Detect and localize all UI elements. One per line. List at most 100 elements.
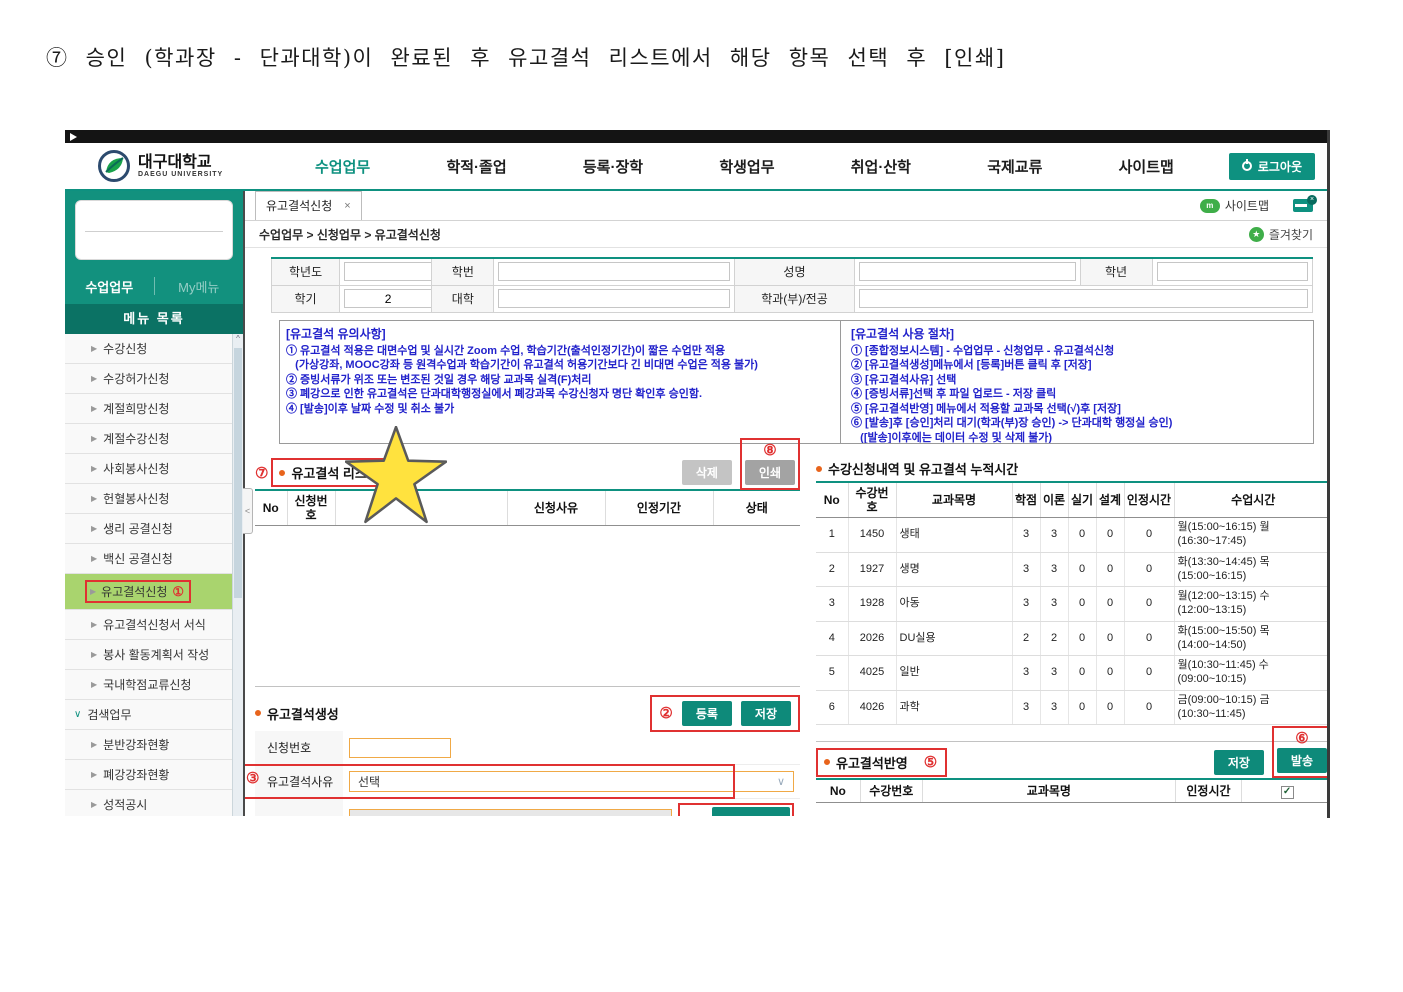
semester-input[interactable] bbox=[344, 289, 432, 308]
sidebar-item[interactable]: ▶계절수강신청 bbox=[65, 424, 232, 454]
breadcrumb-row: 수업업무 > 신청업무 > 유고결석신청 ★ 즐겨찾기 bbox=[245, 221, 1327, 248]
nav-item[interactable]: 수업업무 bbox=[315, 156, 370, 177]
nav-item[interactable]: 등록·장학 bbox=[583, 156, 643, 177]
sidebar-item-label: 수강허가신청 bbox=[103, 370, 169, 387]
student-no-input[interactable] bbox=[498, 262, 729, 281]
scroll-up-arrow[interactable]: ^ bbox=[236, 334, 240, 343]
student-no-label: 학번 bbox=[432, 258, 494, 285]
reflect-save-button[interactable]: 저장 bbox=[1214, 750, 1264, 775]
sidebar-item[interactable]: ▶ 백신 공결신청 bbox=[65, 544, 232, 574]
table-row: 64026과학33000금(09:00~10:15) 금(10:30~11:45… bbox=[816, 690, 1327, 725]
arrow-right-icon: ▶ bbox=[91, 464, 97, 473]
section-bullet-icon bbox=[255, 710, 261, 716]
name-input[interactable] bbox=[859, 262, 1075, 281]
absence-reason-select[interactable]: 선택 ∨ bbox=[349, 771, 794, 792]
select-all-header[interactable]: ✓ bbox=[1242, 780, 1327, 802]
active-item-red-box: ▶유고결석신청① bbox=[85, 580, 191, 603]
sidebar-item[interactable]: ▶봉사 활동계획서 작성 bbox=[65, 640, 232, 670]
absence-list-table: No신청번호신청사유인정기간상태 bbox=[255, 491, 800, 527]
sitemap-link[interactable]: m 사이트맵 bbox=[1200, 197, 1269, 214]
university-logo[interactable]: 대구대학교 DAEGU UNIVERSITY bbox=[65, 149, 255, 183]
notice-box: [유고결석 유의사항] ① 유고결석 적용은 대면수업 및 실시간 Zoom 수… bbox=[279, 320, 1314, 444]
window-topbar bbox=[65, 130, 1327, 143]
table-cell: 6 bbox=[816, 690, 848, 725]
sidebar-item[interactable]: ▶분반강좌현황 bbox=[65, 730, 232, 760]
notice-line: ① 유고결석 적용은 대면수업 및 실시간 Zoom 수업, 학습기간(출석인정… bbox=[286, 344, 836, 359]
nav-item[interactable]: 취업·산학 bbox=[851, 156, 911, 177]
sidebar: 수업업무 My메뉴 메뉴 목록 ▶수강신청▶수강허가신청▶계절희망신청▶계절수강… bbox=[65, 191, 243, 816]
dept-input[interactable] bbox=[859, 289, 1308, 308]
nav-item[interactable]: 학생업무 bbox=[719, 156, 774, 177]
favorite-star-icon: ★ bbox=[1249, 227, 1264, 242]
tab-close-icon[interactable]: × bbox=[344, 200, 350, 212]
sidebar-item[interactable]: ▶유고결석신청① bbox=[65, 574, 232, 610]
favorite-button[interactable]: ★ 즐겨찾기 bbox=[1249, 226, 1313, 243]
column-header: 상태 bbox=[713, 491, 800, 526]
table-cell: 2026 bbox=[848, 621, 896, 656]
notice-line: ③ [유고결석사유] 선택 bbox=[851, 373, 1307, 388]
login-info-box bbox=[75, 200, 233, 260]
reflect-title: 유고결석반영 bbox=[836, 753, 908, 772]
sidebar-item[interactable]: ▶성적공시 bbox=[65, 790, 232, 816]
tab-label: 유고결석신청 bbox=[266, 197, 332, 214]
sidebar-item-label: 백신 공결신청 bbox=[103, 550, 173, 567]
table-cell: 0 bbox=[1096, 587, 1124, 622]
sidebar-item[interactable]: ▶계절희망신청 bbox=[65, 394, 232, 424]
notice-line: ([발송]이후에는 데이터 수정 및 삭제 불가) bbox=[851, 431, 1307, 444]
section-bullet-icon bbox=[824, 759, 830, 765]
login-divider bbox=[85, 231, 223, 232]
arrow-right-icon: ▶ bbox=[91, 494, 97, 503]
sidebar-item[interactable]: ▶폐강강좌현황 bbox=[65, 760, 232, 790]
request-no-input[interactable] bbox=[349, 738, 451, 758]
table-cell: 3 bbox=[1040, 552, 1068, 587]
sidebar-item[interactable]: ▶사회봉사신청 bbox=[65, 454, 232, 484]
table-cell: 3 bbox=[1040, 587, 1068, 622]
sidebar-item-label: 유고결석신청 bbox=[101, 583, 167, 600]
college-input[interactable] bbox=[498, 289, 729, 308]
sidebar-tab-active[interactable]: 수업업무 bbox=[65, 277, 154, 296]
sidebar-item[interactable]: ▶헌혈봉사신청 bbox=[65, 484, 232, 514]
logout-button[interactable]: 로그아웃 bbox=[1229, 153, 1315, 180]
sidebar-tab-mymenu[interactable]: My메뉴 bbox=[155, 277, 244, 296]
nav-item[interactable]: 학적·졸업 bbox=[446, 156, 506, 177]
nav-item[interactable]: 국제교류 bbox=[987, 156, 1042, 177]
table-cell: 3 bbox=[1012, 518, 1040, 553]
sidebar-item[interactable]: ▶유고결석신청서 서식 bbox=[65, 610, 232, 640]
register-button[interactable]: 등록 bbox=[682, 701, 732, 726]
arrow-right-icon: ▶ bbox=[91, 680, 97, 689]
table-cell: 0 bbox=[1068, 690, 1096, 725]
sidebar-item-label: 국내학점교류신청 bbox=[103, 676, 191, 693]
table-cell: 0 bbox=[1124, 552, 1174, 587]
sidebar-collapse-handle[interactable]: < bbox=[243, 488, 253, 534]
notice-line: ⑥ [발송]후 [승인]처리 대기(학과(부)장 승인) -> 단과대학 행정실… bbox=[851, 416, 1307, 431]
notice-line: ① [종합정보시스템] - 수업업무 - 신청업무 - 유고결석신청 bbox=[851, 344, 1307, 359]
sidebar-item[interactable]: ▶생리 공결신청 bbox=[65, 514, 232, 544]
sidebar-item[interactable]: ∨검색업무 bbox=[65, 700, 232, 730]
send-button[interactable]: 발송 bbox=[1277, 748, 1327, 773]
scrollbar-thumb[interactable] bbox=[234, 348, 242, 598]
table-cell: 0 bbox=[1124, 690, 1174, 725]
request-reason-textarea[interactable] bbox=[349, 809, 672, 816]
delete-button[interactable]: 삭제 bbox=[682, 460, 732, 485]
save-button[interactable]: 저장 bbox=[741, 701, 791, 726]
sidebar-item[interactable]: ▶수강허가신청 bbox=[65, 364, 232, 394]
print-button[interactable]: 인쇄 bbox=[745, 460, 795, 485]
grade-input[interactable] bbox=[1157, 262, 1308, 281]
year-input[interactable] bbox=[344, 262, 432, 281]
nav-item[interactable]: 사이트맵 bbox=[1119, 156, 1174, 177]
table-cell: 월(12:00~13:15) 수(12:00~13:15) bbox=[1174, 587, 1327, 622]
arrow-right-icon: ▶ bbox=[91, 554, 97, 563]
tab-absence-request[interactable]: 유고결석신청 × bbox=[255, 191, 362, 220]
request-no-label: 신청번호 bbox=[255, 731, 343, 764]
sidebar-menu: ▶수강신청▶수강허가신청▶계절희망신청▶계절수강신청▶사회봉사신청▶헌혈봉사신청… bbox=[65, 334, 232, 816]
close-all-windows-icon[interactable]: × bbox=[1293, 199, 1313, 212]
sidebar-item[interactable]: ▶ 국내학점교류신청 bbox=[65, 670, 232, 700]
courses-title: 수강신청내역 및 유고결석 누적시간 bbox=[828, 459, 1018, 478]
table-cell: 3 bbox=[1012, 690, 1040, 725]
sidebar-scrollbar[interactable]: ^ bbox=[232, 334, 243, 816]
close-badge: × bbox=[1307, 195, 1317, 205]
sidebar-item[interactable]: ▶수강신청 bbox=[65, 334, 232, 364]
evidence-doc-button[interactable]: 증빙서류 bbox=[712, 807, 790, 816]
checkbox-checked-icon[interactable]: ✓ bbox=[1281, 786, 1294, 799]
notice-cautions-title: [유고결석 유의사항] bbox=[286, 325, 836, 342]
